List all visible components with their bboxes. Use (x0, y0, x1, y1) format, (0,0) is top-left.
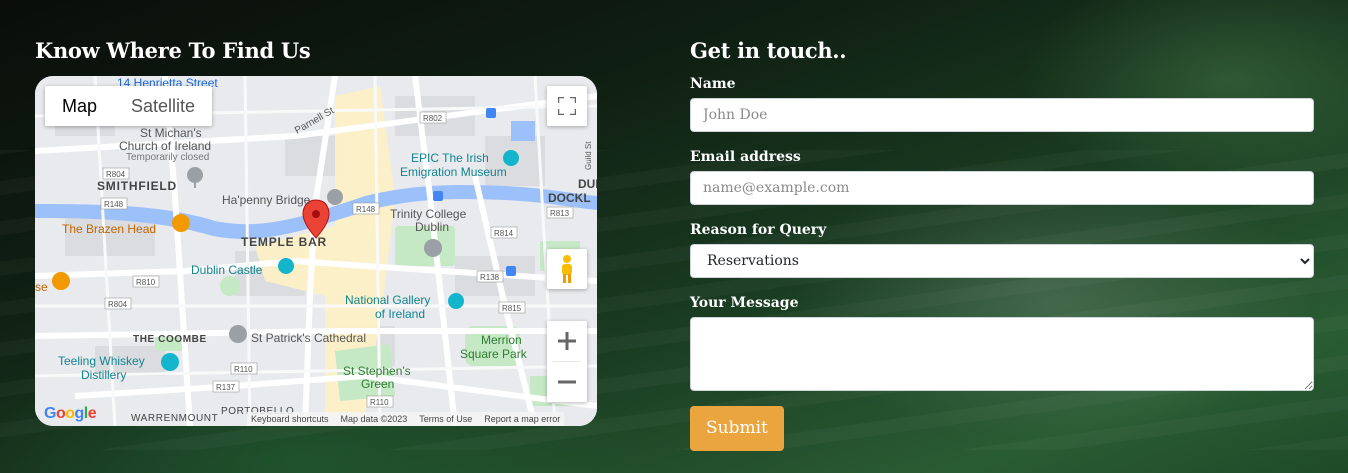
contact-form: Name Email address Reason for Query Rese… (690, 76, 1314, 451)
svg-text:DOCKL: DOCKL (548, 191, 591, 205)
zoom-in-button[interactable] (547, 321, 587, 361)
name-label: Name (690, 76, 736, 92)
road-shield: R110 (234, 365, 253, 374)
svg-text:Church of Ireland: Church of Ireland (119, 139, 211, 153)
message-textarea[interactable] (690, 317, 1314, 391)
road-shield: R148 (104, 200, 124, 209)
svg-text:Guild St: Guild St (584, 141, 593, 170)
svg-text:THE COOMBE: THE COOMBE (133, 334, 207, 345)
street-view-pegman-button[interactable] (547, 249, 587, 289)
pegman-icon (562, 255, 572, 283)
map-type-map-button[interactable]: Map (45, 86, 114, 126)
road-shield: R802 (423, 114, 443, 123)
email-field[interactable] (690, 171, 1314, 205)
submit-button[interactable]: Submit (690, 406, 784, 451)
google-map[interactable]: R802 R804 R148 R148 R813 R814 R138 R810 … (35, 76, 597, 426)
svg-text:Ha'penny Bridge: Ha'penny Bridge (222, 193, 311, 207)
svg-text:Merrion: Merrion (481, 333, 522, 347)
map-data-text: Map data ©2023 (340, 414, 408, 424)
zoom-controls (547, 321, 587, 402)
email-label: Email address (690, 149, 801, 165)
google-logo[interactable]: Google (44, 405, 97, 423)
svg-text:Teeling Whiskey: Teeling Whiskey (58, 354, 145, 368)
svg-text:Distillery: Distillery (81, 368, 126, 382)
road-shield: R810 (136, 278, 156, 287)
road-shield: R138 (480, 273, 500, 282)
svg-text:TEMPLE BAR: TEMPLE BAR (241, 235, 327, 249)
name-field[interactable] (690, 98, 1314, 132)
svg-text:St Michan's: St Michan's (140, 126, 202, 140)
map-attribution: Keyboard shortcuts Map data ©2023 Terms … (247, 412, 565, 426)
contact-form-title: Get in touch.. (690, 38, 847, 63)
plus-icon (558, 332, 576, 350)
fullscreen-icon (558, 97, 576, 115)
svg-text:St Stephen's: St Stephen's (343, 364, 411, 378)
road-shield: R110 (370, 398, 389, 407)
svg-text:Temporarily closed: Temporarily closed (126, 152, 209, 163)
road-shield: R148 (356, 205, 376, 214)
svg-text:Dublin Castle: Dublin Castle (191, 263, 263, 277)
map-canvas[interactable]: R802 R804 R148 R148 R813 R814 R138 R810 … (35, 76, 597, 426)
map-type-satellite-button[interactable]: Satellite (114, 86, 212, 126)
svg-text:EPIC The Irish: EPIC The Irish (411, 151, 489, 165)
reason-label: Reason for Query (690, 222, 827, 238)
report-map-error-link[interactable]: Report a map error (484, 414, 560, 424)
fullscreen-button[interactable] (547, 86, 587, 126)
svg-text:National Gallery: National Gallery (345, 293, 430, 307)
svg-text:Trinity College: Trinity College (390, 207, 467, 221)
svg-text:The Brazen Head: The Brazen Head (62, 222, 156, 236)
svg-text:Dublin: Dublin (415, 220, 449, 234)
road-shield: R814 (494, 229, 514, 238)
map-type-toggle: Map Satellite (45, 86, 213, 126)
road-shield: R137 (216, 383, 236, 392)
road-shield: R813 (550, 209, 570, 218)
svg-text:SMITHFIELD: SMITHFIELD (97, 179, 177, 193)
svg-text:of Ireland: of Ireland (375, 307, 425, 321)
svg-text:Square Park: Square Park (460, 347, 528, 361)
terms-of-use-link[interactable]: Terms of Use (419, 414, 472, 424)
svg-text:Green: Green (361, 377, 394, 391)
message-label: Your Message (690, 295, 799, 311)
svg-text:Emigration Museum: Emigration Museum (400, 165, 507, 179)
keyboard-shortcuts-link[interactable]: Keyboard shortcuts (251, 414, 329, 424)
svg-text:WARRENMOUNT: WARRENMOUNT (131, 413, 218, 424)
road-shield: R804 (106, 170, 126, 179)
road-shield: R804 (108, 300, 128, 309)
road-shield: R815 (502, 304, 522, 313)
minus-icon (558, 380, 576, 384)
zoom-out-button[interactable] (547, 362, 587, 402)
svg-text:se: se (35, 280, 48, 294)
svg-text:St Patrick's Cathedral: St Patrick's Cathedral (251, 331, 366, 345)
reason-select[interactable]: Reservations (690, 244, 1314, 278)
svg-text:DUB: DUB (578, 177, 597, 191)
map-section-title: Know Where To Find Us (35, 38, 311, 63)
